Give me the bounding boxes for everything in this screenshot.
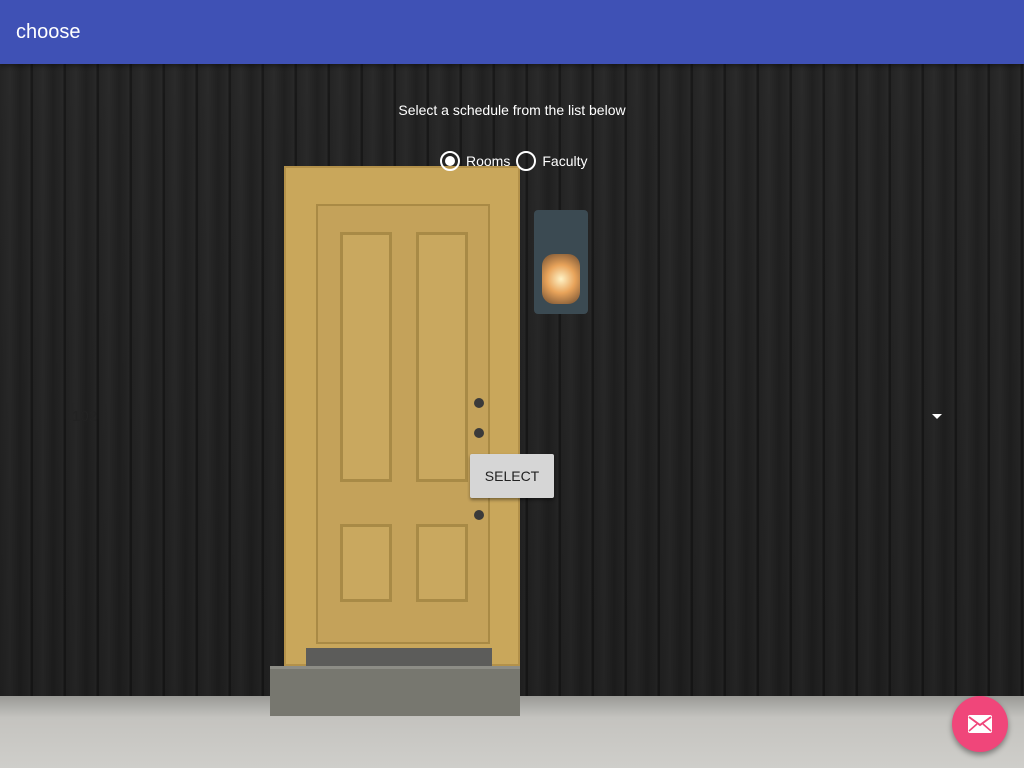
radio-label-rooms: Rooms (466, 153, 511, 169)
select-button[interactable]: SELECT (470, 454, 554, 498)
instruction-text: Select a schedule from the list below (398, 102, 626, 118)
schedule-type-radio-group: Rooms Faculty (440, 150, 593, 172)
schedule-dropdown[interactable]: 102 (72, 404, 948, 432)
app-bar: choose (0, 0, 1024, 64)
door-panel (416, 232, 468, 482)
lantern-light (542, 254, 580, 304)
dropdown-selected-value: 102 (72, 408, 98, 425)
caret-down-icon[interactable] (932, 414, 942, 419)
door-panel (340, 232, 392, 482)
door-step (306, 648, 492, 666)
radio-dot (445, 156, 455, 166)
door-stoop (270, 666, 520, 716)
mail-fab-button[interactable] (952, 696, 1008, 752)
door-handle (474, 510, 484, 520)
radio-faculty[interactable]: Faculty (516, 151, 587, 171)
radio-label-faculty: Faculty (542, 153, 588, 169)
mail-icon (968, 715, 992, 733)
radio-button-unchecked[interactable] (516, 151, 537, 171)
radio-rooms[interactable]: Rooms (440, 151, 510, 171)
radio-button-checked[interactable] (440, 151, 460, 171)
app-title: choose (16, 21, 81, 43)
door-panel (416, 524, 468, 602)
door-panel (340, 524, 392, 602)
